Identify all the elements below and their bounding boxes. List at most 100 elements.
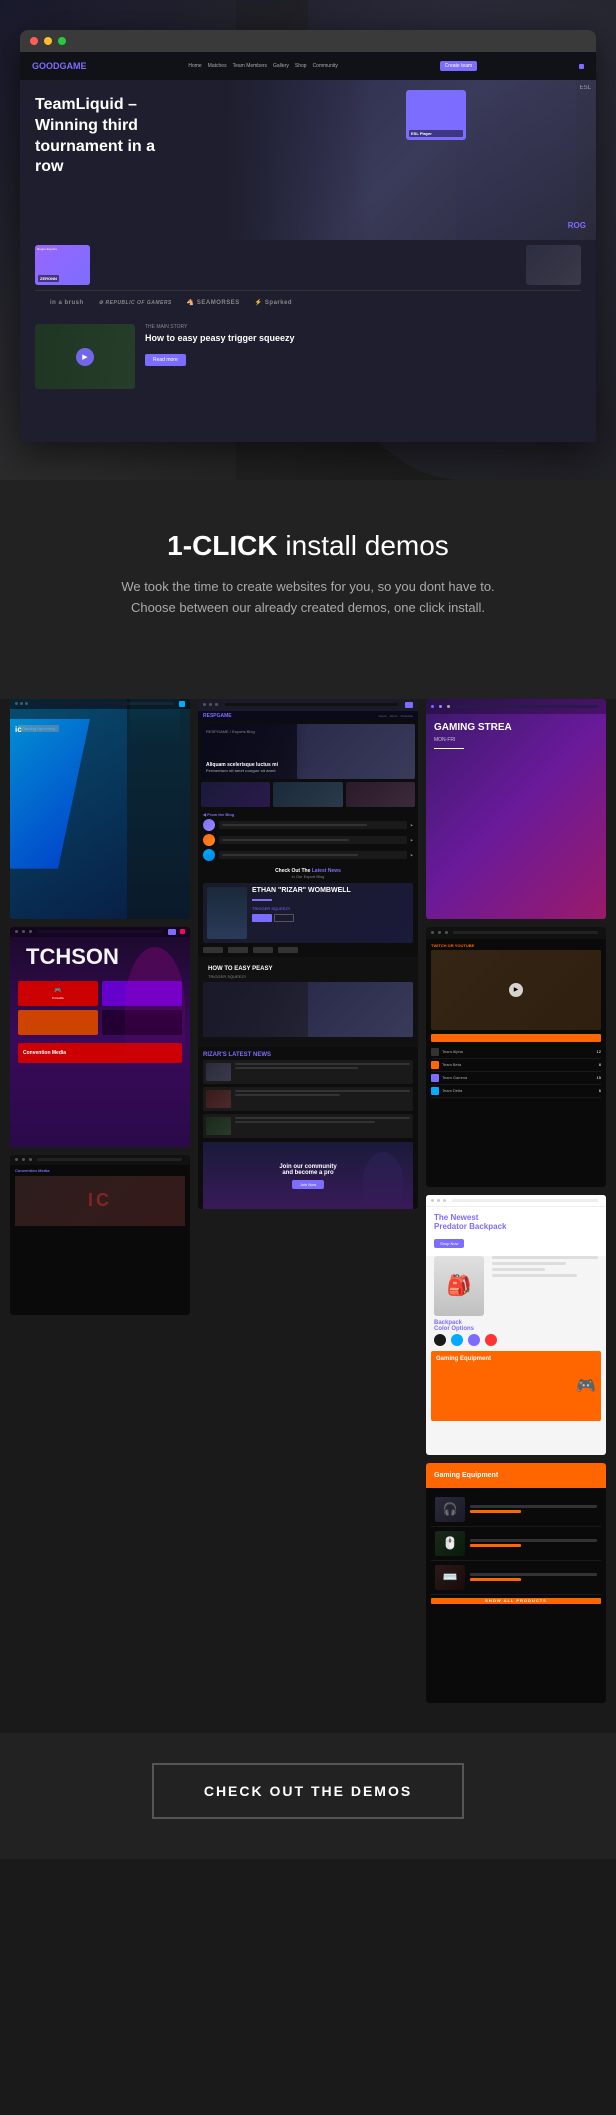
demo-stream-title: GAMING STREA — [434, 722, 598, 734]
demo-mid-article-1: ▶ — [203, 819, 413, 831]
demo-mid-player-info: ETHAN "RIZAR" WOMBWELL TRIGGER SQUEEZY — [252, 887, 409, 939]
demo-mid-news-item-3 — [203, 1114, 413, 1138]
demo-color-purple[interactable] — [468, 1334, 480, 1346]
demos-left-column: Gaming Upcoming ic TCHSON — [10, 699, 190, 1703]
video-title: How to easy peasy trigger squeezy — [145, 333, 581, 343]
demo-4-score-value-1: 12 — [597, 1049, 601, 1054]
demo-mid-cta-text: Join our communityand become a pro — [279, 1164, 336, 1176]
demo-4-team-name-a: Team Alpha — [442, 1049, 463, 1054]
browser-window: GOODGAME Home Matches Team Members Galle… — [20, 30, 596, 442]
demo-3-hero-text: IC — [88, 1190, 112, 1211]
demo-product-cta[interactable]: Shop Now — [434, 1239, 464, 1248]
demo-3-nav — [10, 1155, 190, 1165]
demo-mid-profile-btn[interactable] — [274, 914, 294, 922]
demo-product-item-1: 🎧 — [431, 1493, 601, 1527]
player-card-name: ZERONN — [38, 275, 59, 282]
demo-product-footer-text: Gaming Equipment — [431, 1351, 601, 1367]
nav-link-gallery: Gallery — [273, 63, 289, 69]
hero-section: GOODGAME Home Matches Team Members Galle… — [0, 0, 616, 480]
sponsors-bar: in a brush ⚙ REPUBLIC OF GAMERS 🐴 SEAMOR… — [35, 290, 581, 314]
demo-product-backpack[interactable]: The NewestPredator Backpack Shop Now 🎒 B… — [426, 1195, 606, 1455]
video-play-button[interactable]: ▶ — [76, 348, 94, 366]
demo-4-score-value-4: 6 — [599, 1088, 601, 1093]
demo-4-team-a: Team Alpha — [431, 1048, 463, 1056]
demo-video-dark[interactable]: TWITCH OR YOUTUBE ▶ Team Alpha 12 — [426, 927, 606, 1187]
demo-convention[interactable]: Convention Media IC — [10, 1155, 190, 1315]
demo-mid-news-list — [198, 1060, 418, 1138]
demo-mid-dot-g — [215, 703, 218, 706]
demo-4-team-b: Team Beta — [431, 1061, 461, 1069]
demo-product-item-img-2: 🖱️ — [435, 1531, 465, 1556]
inner-nav-logo: GOODGAME — [32, 61, 87, 71]
demo-product-item-2: 🖱️ — [431, 1527, 601, 1561]
demo-product-list-cta-text: Show all products — [485, 1598, 547, 1603]
demo-mid-follow-btn[interactable] — [252, 914, 272, 922]
demo-purple-character[interactable]: TCHSON 🎮 Printable Convention Media — [10, 927, 190, 1147]
demo-spec-4 — [492, 1274, 577, 1277]
demo-color-red[interactable] — [485, 1334, 497, 1346]
demo-1-dot-g — [25, 702, 28, 705]
demo-product-display: 🎒 — [426, 1256, 606, 1316]
demo-color-blue[interactable] — [451, 1334, 463, 1346]
demo-gaming-stream[interactable]: GAMING STREA MON-FRI — [426, 699, 606, 919]
demo-mid-news-line-3a — [235, 1117, 410, 1119]
demo-mid-sponsor-2 — [228, 947, 248, 953]
demo-4-orange-bar — [431, 1034, 601, 1042]
demo-mid-sponsors — [198, 943, 418, 957]
demo-mid-news-title: RIZAR'S LATEST NEWS — [198, 1047, 418, 1060]
demo-mid-sponsor-4 — [278, 947, 298, 953]
demo-stream-header — [426, 699, 606, 714]
demo-1-dot-r — [15, 702, 18, 705]
demo-2-media-text: Convention Media — [23, 1050, 66, 1056]
demo-mid-news-item-2 — [203, 1087, 413, 1111]
inner-nav-cta[interactable]: Create team — [440, 61, 478, 71]
demo-product-list-cta[interactable]: Show all products — [431, 1598, 601, 1604]
cta-section: CHECK OUT THE DEMOS — [0, 1733, 616, 1859]
demo-2-controller-icon: 🎮 — [54, 987, 61, 994]
demo-mid-cta-btn[interactable]: Join Now — [292, 1180, 324, 1189]
demo-product-item-price-2 — [470, 1544, 521, 1547]
demo-mid-howto-title: HOW TO EASY PEASY — [203, 962, 413, 974]
demo-stream-divider — [434, 748, 464, 749]
demo-4-nav — [426, 927, 606, 939]
demo-product-nav — [426, 1195, 606, 1207]
window-minimize-dot — [44, 37, 52, 45]
demo-middle-column[interactable]: RESPGAME Home About Schedule RESPGAME / … — [198, 699, 418, 1209]
demo-1-character — [130, 699, 180, 744]
demo-product-title: The NewestPredator Backpack — [434, 1213, 598, 1232]
demo-color-black[interactable] — [434, 1334, 446, 1346]
hero-headline: TeamLiquid – Winning third tournament in… — [35, 95, 165, 178]
demo-4-play-btn[interactable]: ▶ — [509, 983, 523, 997]
video-thumbnail: ▶ — [35, 324, 135, 389]
one-click-section: 1-CLICK install demos We took the time t… — [0, 480, 616, 699]
video-section: ▶ THE MAIN STORY How to easy peasy trigg… — [20, 314, 596, 399]
demo-mid-nav — [198, 699, 418, 711]
demo-2-nav — [10, 927, 190, 937]
demo-stream-sub: MON-FRI — [434, 737, 598, 743]
demo-mid-player-tag: TRIGGER SQUEEZY — [252, 906, 409, 911]
demo-mid-hero-text: Aliquam scelerisque luctus miFermentum s… — [206, 762, 278, 774]
demo-product-item-info-2 — [470, 1539, 597, 1547]
demo-1-dot-y — [20, 702, 23, 705]
demo-4-team-d: Team Delta — [431, 1087, 462, 1095]
demo-4-score-value-2: 8 — [599, 1062, 601, 1067]
demo-4-team-name-c: Team Gamma — [442, 1075, 467, 1080]
browser-titlebar — [20, 30, 596, 52]
demo-product-specs — [492, 1256, 598, 1316]
checkout-demos-button[interactable]: CHECK OUT THE DEMOS — [152, 1763, 464, 1819]
demo-2-cell-label-1: Printable — [52, 996, 64, 1000]
demo-mid-news-text-3 — [235, 1117, 410, 1135]
demo-mid-howto-sub: TRIGGER SQUEEZY — [203, 974, 413, 982]
sponsor-1: in a brush — [50, 300, 84, 306]
demo-2-cell-orange — [18, 1010, 98, 1035]
demo-gaming-cyan[interactable]: Gaming Upcoming ic — [10, 699, 190, 919]
inner-nav: GOODGAME Home Matches Team Members Galle… — [20, 52, 596, 80]
video-cta-button[interactable]: Read more — [145, 354, 186, 366]
window-maximize-dot — [58, 37, 66, 45]
demo-product-list[interactable]: Gaming Equipment 🎧 🖱️ — [426, 1463, 606, 1703]
demo-3-hero: IC — [15, 1176, 185, 1226]
demo-product-item-3: ⌨️ — [431, 1561, 601, 1595]
demo-4-scoreboard: Team Alpha 12 Team Beta 8 Team Gamma — [426, 1046, 606, 1098]
demo-2-cell-red: 🎮 Printable — [18, 981, 98, 1006]
demo-product-colors — [426, 1334, 606, 1346]
